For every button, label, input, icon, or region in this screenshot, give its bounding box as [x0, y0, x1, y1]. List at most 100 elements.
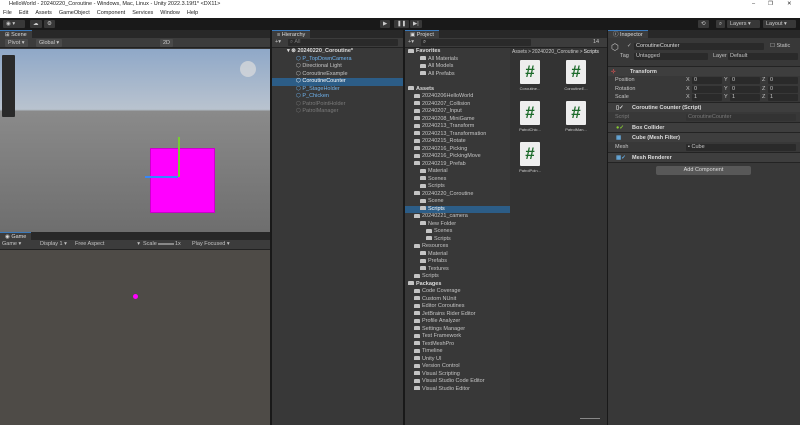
- mesh-renderer-header[interactable]: ▦✓ Mesh Renderer: [608, 152, 800, 162]
- 2d-toggle[interactable]: 2D: [160, 39, 174, 47]
- project-tree-item[interactable]: Custom NUnit: [405, 296, 510, 304]
- scale-slider[interactable]: [158, 243, 174, 245]
- tab-game[interactable]: ◉ Game: [0, 232, 32, 240]
- hierarchy-search[interactable]: ⌕ All: [288, 39, 398, 46]
- tag-dropdown[interactable]: Untagged: [634, 53, 708, 60]
- project-tree-item[interactable]: Visual Studio Code Editor: [405, 378, 510, 386]
- hierarchy-item[interactable]: ⬡ PatrolPointHolder: [272, 101, 403, 109]
- menu-services[interactable]: Services: [132, 9, 153, 18]
- display-dropdown[interactable]: Display 1 ▾: [40, 240, 67, 249]
- z-axis-handle[interactable]: [145, 176, 178, 178]
- project-tree-item[interactable]: Resources: [405, 243, 510, 251]
- project-tree-item[interactable]: Settings Manager: [405, 326, 510, 334]
- tab-hierarchy[interactable]: ≡ Hierarchy: [272, 30, 311, 38]
- menu-gameobject[interactable]: GameObject: [59, 9, 90, 18]
- step-button[interactable]: ▶|: [410, 20, 422, 28]
- layers-dropdown[interactable]: Layers ▾: [727, 20, 760, 28]
- pause-button[interactable]: ❚❚: [394, 20, 410, 28]
- tool-palette[interactable]: [2, 55, 15, 117]
- script-file[interactable]: # CoroutineE...: [561, 60, 591, 91]
- tab-project[interactable]: ▣ Project: [405, 30, 439, 38]
- z-field[interactable]: 0: [768, 77, 798, 84]
- project-tree-item[interactable]: TextMeshPro: [405, 341, 510, 349]
- layer-dropdown[interactable]: Default: [728, 53, 798, 60]
- orientation-gizmo[interactable]: [240, 61, 256, 77]
- project-tree-item[interactable]: 20240208_MiniGame: [405, 116, 510, 124]
- menu-file[interactable]: File: [3, 9, 12, 18]
- script-file[interactable]: # PatrolChic...: [515, 101, 545, 132]
- project-tree-item[interactable]: New Folder: [405, 221, 510, 229]
- project-tree-item[interactable]: Profile Analyzer: [405, 318, 510, 326]
- mesh-field[interactable]: ▪ Cube: [686, 143, 796, 151]
- project-tree-item[interactable]: Packages: [405, 281, 510, 289]
- project-tree-item[interactable]: 20240216_PickingMove: [405, 153, 510, 161]
- project-tree-item[interactable]: All Prefabs: [405, 71, 510, 79]
- project-tree-item[interactable]: Visual Studio Editor: [405, 386, 510, 394]
- project-tree-item[interactable]: Scripts: [405, 236, 510, 244]
- global-dropdown[interactable]: Global ▾: [36, 39, 63, 47]
- hierarchy-item[interactable]: ⬡ P_TopDownCamera: [272, 56, 403, 64]
- project-tree-item[interactable]: Scenes: [405, 228, 510, 236]
- y-axis-handle[interactable]: [178, 137, 180, 177]
- account-button[interactable]: ◉ ▾: [3, 20, 25, 28]
- game-mode-dropdown[interactable]: Game ▾: [2, 240, 21, 249]
- project-tree-item[interactable]: Scene: [405, 198, 510, 206]
- play-button[interactable]: ▶: [380, 20, 391, 28]
- project-tree-item[interactable]: JetBrains Rider Editor: [405, 311, 510, 319]
- project-tree-item[interactable]: Editor Coroutines: [405, 303, 510, 311]
- add-button[interactable]: +▾: [275, 38, 281, 47]
- add-component-button[interactable]: Add Component: [656, 166, 751, 175]
- cloud-icon[interactable]: ☁: [30, 20, 42, 28]
- close-button[interactable]: ✕: [787, 0, 792, 9]
- menu-window[interactable]: Window: [160, 9, 180, 18]
- project-tree-item[interactable]: Assets: [405, 86, 510, 94]
- project-tree-item[interactable]: Unity UI: [405, 356, 510, 364]
- hierarchy-item[interactable]: ⬡ P_StageHolder: [272, 86, 403, 94]
- layout-dropdown[interactable]: Layout ▾: [763, 20, 796, 28]
- project-tree-item[interactable]: 20240206HelloWorld: [405, 93, 510, 101]
- project-tree-item[interactable]: All Materials: [405, 56, 510, 64]
- box-collider-header[interactable]: ●✓ Box Collider: [608, 122, 800, 132]
- minimize-button[interactable]: –: [752, 0, 755, 9]
- project-tree-item[interactable]: 20240221_camera: [405, 213, 510, 221]
- game-viewport[interactable]: [0, 250, 270, 425]
- project-tree-item[interactable]: Scripts: [405, 273, 510, 281]
- project-tree-item[interactable]: Scripts: [405, 183, 510, 191]
- script-file[interactable]: # PatrolMan...: [561, 101, 591, 132]
- create-button[interactable]: +▾: [408, 38, 414, 47]
- hierarchy-item[interactable]: ⬡ CoroutineCounter: [272, 78, 403, 86]
- selected-cube[interactable]: [150, 148, 215, 213]
- zoom-slider[interactable]: [580, 418, 600, 419]
- breadcrumb-item[interactable]: 20240220_Coroutine: [532, 49, 579, 55]
- script-file[interactable]: # Coroutine...: [515, 60, 545, 91]
- z-field[interactable]: 1: [768, 94, 798, 101]
- breadcrumb-item[interactable]: Assets: [512, 49, 527, 55]
- project-tree-item[interactable]: Test Framework: [405, 333, 510, 341]
- transform-header[interactable]: ⊹ Transform: [608, 66, 800, 76]
- object-name-field[interactable]: CoroutineCounter: [634, 43, 764, 50]
- menu-assets[interactable]: Assets: [35, 9, 52, 18]
- project-tree-item[interactable]: Code Coverage: [405, 288, 510, 296]
- history-icon[interactable]: ⟲: [698, 20, 709, 28]
- hierarchy-item[interactable]: ⬡ CoroutineExample: [272, 71, 403, 79]
- menu-edit[interactable]: Edit: [19, 9, 28, 18]
- scene-viewport[interactable]: [0, 49, 270, 232]
- project-tree-item[interactable]: Favorites: [405, 48, 510, 56]
- project-tree-item[interactable]: Prefabs: [405, 258, 510, 266]
- script-file[interactable]: # PatrolPoin...: [515, 142, 545, 173]
- project-tree-item[interactable]: 20240216_Picking: [405, 146, 510, 154]
- x-field[interactable]: 1: [692, 94, 722, 101]
- breadcrumb-item[interactable]: Scripts: [584, 49, 599, 55]
- restore-button[interactable]: ❐: [768, 0, 773, 9]
- collab-icon[interactable]: ⚙: [44, 20, 55, 28]
- y-field[interactable]: 1: [730, 94, 760, 101]
- aspect-dropdown[interactable]: Free Aspect ▾: [75, 240, 140, 249]
- static-toggle[interactable]: ☐ Static: [770, 43, 790, 50]
- scene-root[interactable]: ▾ ⊛ 20240220_Coroutine*: [272, 48, 403, 56]
- project-tree-item[interactable]: Material: [405, 251, 510, 259]
- project-tree-item[interactable]: Scripts: [405, 205, 510, 213]
- project-search[interactable]: ⌕: [421, 39, 531, 46]
- project-tree-item[interactable]: 20240213_Transformation: [405, 131, 510, 139]
- y-field[interactable]: 0: [730, 85, 760, 93]
- tab-inspector[interactable]: ⓘ Inspector: [608, 30, 648, 38]
